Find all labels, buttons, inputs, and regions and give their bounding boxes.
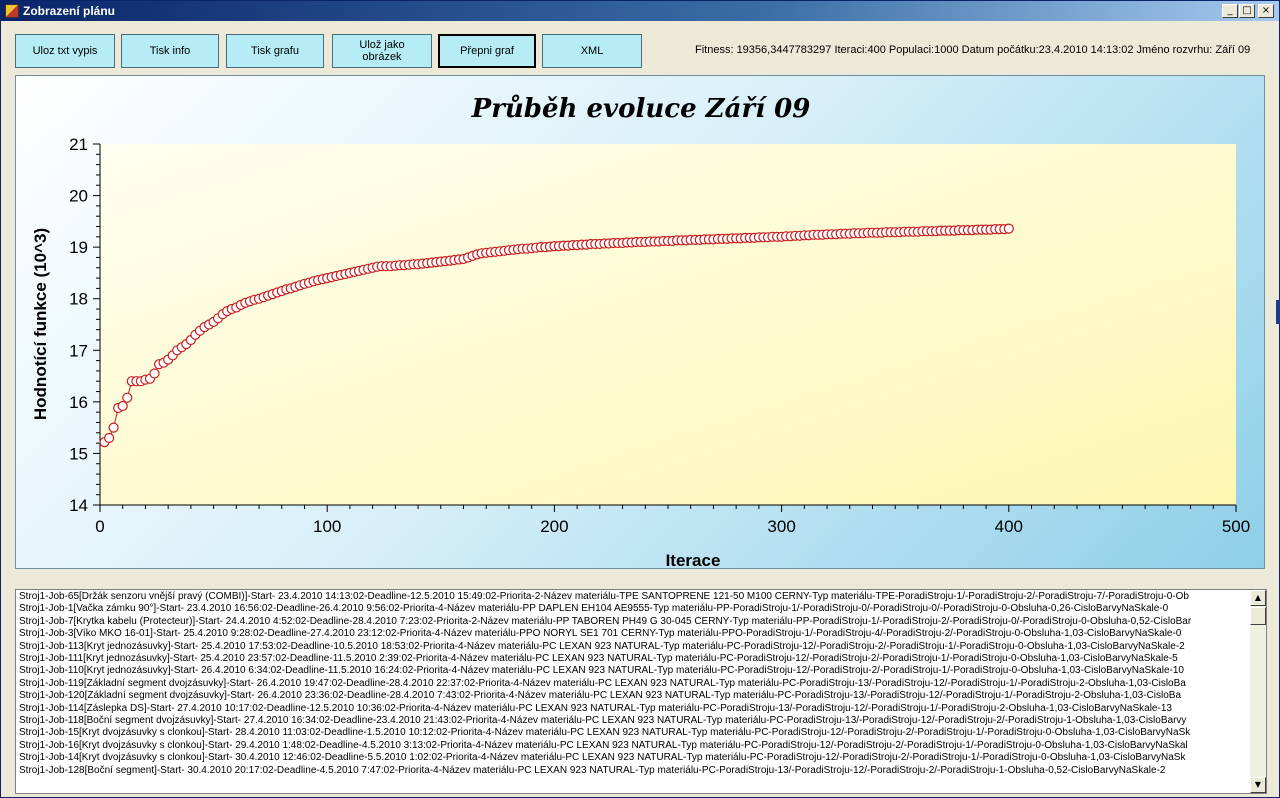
log-line[interactable]: Stroj1-Job-65[Držák senzoru vnější pravý… xyxy=(19,591,1249,603)
x-axis-label: Iterace xyxy=(666,551,721,569)
log-line[interactable]: Stroj1-Job-113[Kryt jednozásuvky]-Start-… xyxy=(19,641,1249,653)
x-tick-label: 300 xyxy=(767,517,795,536)
log-line[interactable]: Stroj1-Job-3[Víko MKO 16-01]-Start- 25.4… xyxy=(19,628,1249,640)
edge-marker xyxy=(1276,300,1280,324)
y-tick-label: 15 xyxy=(69,444,88,463)
y-tick-label: 17 xyxy=(69,341,88,360)
y-tick-label: 20 xyxy=(69,187,88,206)
y-tick-label: 14 xyxy=(69,496,88,515)
log-line[interactable]: Stroj1-Job-15[Kryt dvojzásuvky s clonkou… xyxy=(19,727,1249,739)
window-title: Zobrazení plánu xyxy=(23,4,116,18)
app-icon xyxy=(5,4,19,18)
log-line[interactable]: Stroj1-Job-118[Boční segment dvojzásuvky… xyxy=(19,715,1249,727)
switch-chart-button[interactable]: Přepni graf xyxy=(438,34,536,68)
print-info-button[interactable]: Tisk info xyxy=(121,34,219,68)
y-tick-label: 21 xyxy=(69,135,88,154)
close-button[interactable]: × xyxy=(1258,4,1274,18)
log-line[interactable]: Stroj1-Job-110[Kryt jednozásuvky]-Start-… xyxy=(19,665,1249,677)
save-txt-button[interactable]: Uloz txt vypis xyxy=(15,34,115,68)
y-tick-label: 16 xyxy=(69,393,88,412)
data-point xyxy=(103,432,115,444)
chart-panel: Průběh evoluce Září 09 Iterace Hodnotící f… xyxy=(15,75,1265,569)
log-line[interactable]: Stroj1-Job-1[Vačka zámku 90°]-Start- 23.… xyxy=(19,603,1249,615)
x-tick-label: 500 xyxy=(1222,517,1250,536)
data-point xyxy=(122,392,133,403)
log-line[interactable]: Stroj1-Job-114[Záslepka DS]-Start- 27.4.… xyxy=(19,703,1249,715)
chart-title: Průběh evoluce Září 09 xyxy=(471,94,811,124)
scroll-thumb[interactable] xyxy=(1250,607,1266,625)
y-tick-label: 18 xyxy=(69,290,88,309)
xml-button[interactable]: XML xyxy=(542,34,642,68)
data-point xyxy=(149,368,160,379)
minimize-button[interactable]: _ xyxy=(1222,4,1238,18)
log-line[interactable]: Stroj1-Job-120[Základní segment dvojzásu… xyxy=(19,690,1249,702)
scroll-up-button[interactable]: ▲ xyxy=(1250,590,1266,606)
y-tick-label: 19 xyxy=(69,238,88,257)
x-tick-label: 100 xyxy=(313,517,341,536)
job-log-list[interactable]: Stroj1-Job-65[Držák senzoru vnější pravý… xyxy=(15,589,1267,794)
scroll-down-button[interactable]: ▼ xyxy=(1250,777,1266,793)
plot-area xyxy=(100,144,1236,505)
log-line[interactable]: Stroj1-Job-128[Boční segment]-Start- 30.… xyxy=(19,765,1249,777)
x-tick-label: 0 xyxy=(95,517,104,536)
log-lines: Stroj1-Job-65[Držák senzoru vnější pravý… xyxy=(19,591,1249,777)
log-line[interactable]: Stroj1-Job-119[Základní segment dvojzásu… xyxy=(19,678,1249,690)
data-point xyxy=(1003,223,1014,234)
x-tick-label: 400 xyxy=(995,517,1023,536)
maximize-button[interactable]: □ xyxy=(1239,4,1255,18)
x-tick-label: 200 xyxy=(540,517,568,536)
status-text: Fitness: 19356,3447783297 Iteraci:400 Po… xyxy=(695,44,1251,56)
app-window: Zobrazení plánu _ □ × Uloz txt vypis Tis… xyxy=(0,0,1280,798)
y-axis-label: Hodnotící funkce (10^3) xyxy=(31,228,50,420)
title-bar[interactable]: Zobrazení plánu _ □ × xyxy=(1,1,1279,21)
evolution-chart: Průběh evoluce Září 09 Iterace Hodnotící f… xyxy=(31,94,1250,569)
log-line[interactable]: Stroj1-Job-16[Kryt dvojzásuvky s clonkou… xyxy=(19,740,1249,752)
log-scrollbar[interactable]: ▲ ▼ xyxy=(1250,590,1266,793)
data-point xyxy=(117,400,128,412)
print-chart-button[interactable]: Tisk grafu xyxy=(226,34,324,68)
data-point xyxy=(108,422,119,433)
log-line[interactable]: Stroj1-Job-7[Krytka kabelu (Protecteur)]… xyxy=(19,616,1249,628)
save-image-button[interactable]: Ulož jako obrázek xyxy=(332,34,432,68)
log-line[interactable]: Stroj1-Job-111[Kryt jednozásuvky]-Start-… xyxy=(19,653,1249,665)
log-line[interactable]: Stroj1-Job-14[Kryt dvojzásuvky s clonkou… xyxy=(19,752,1249,764)
